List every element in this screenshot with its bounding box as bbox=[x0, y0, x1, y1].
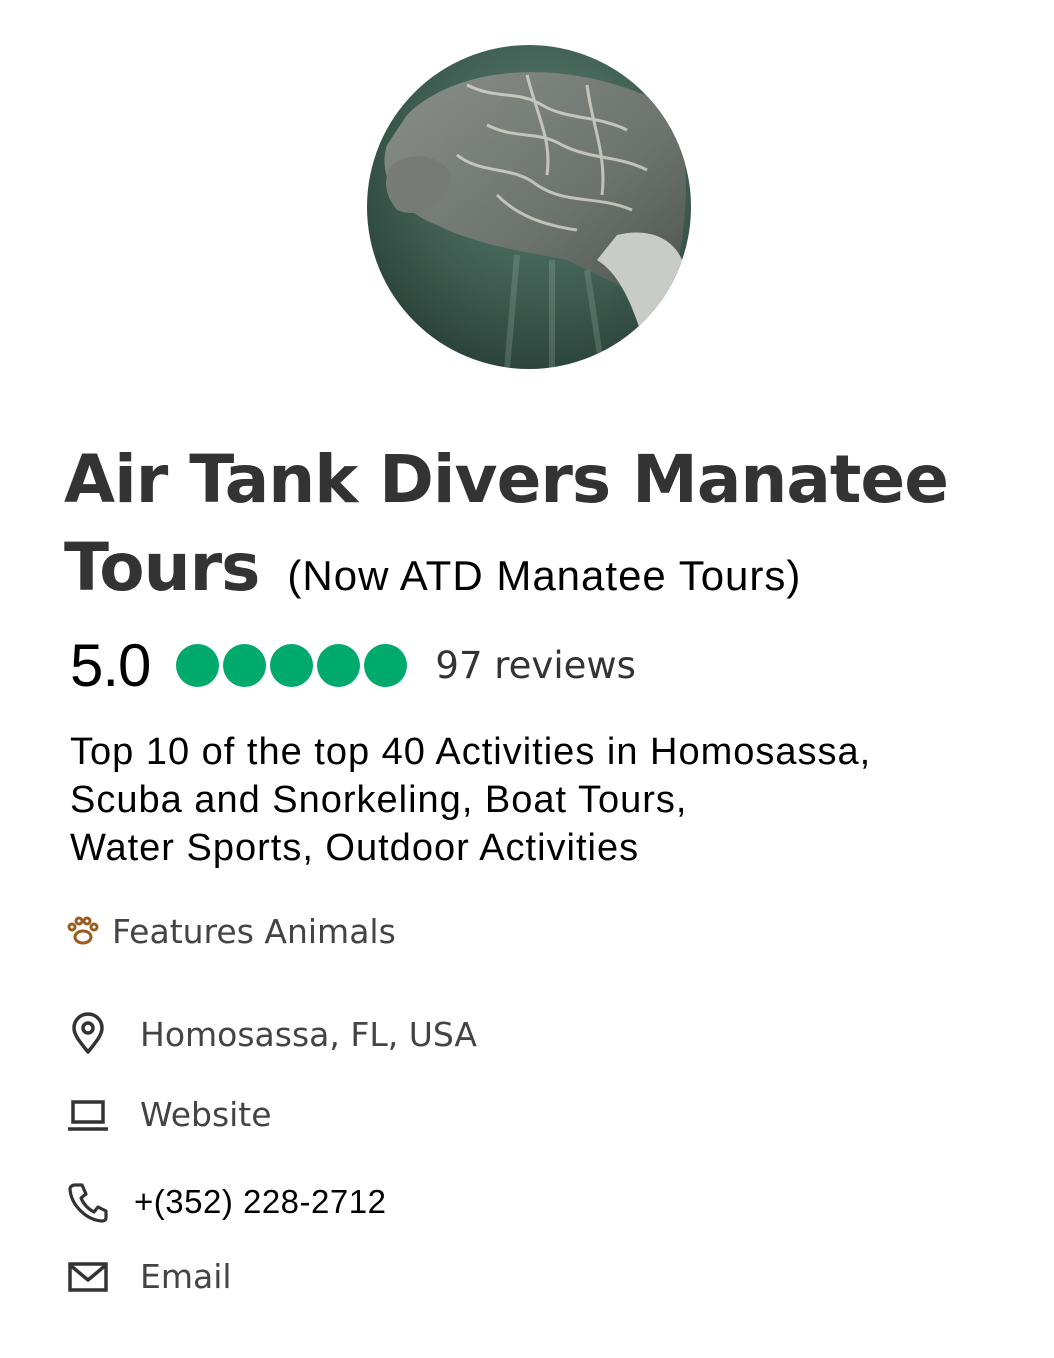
email-row[interactable]: Email bbox=[64, 1252, 232, 1300]
rating-value: 5.0 bbox=[70, 631, 151, 699]
category-list: Top 10 of the top 40 Activities in Homos… bbox=[70, 728, 990, 872]
category-line[interactable]: Scuba and Snorkeling, Boat Tours, bbox=[70, 776, 990, 824]
location-text: Homosassa, FL, USA bbox=[140, 1014, 477, 1054]
rating-bubbles bbox=[176, 643, 408, 687]
rating-bubble bbox=[270, 643, 314, 687]
feature-label: Features Animals bbox=[112, 911, 396, 951]
category-line[interactable]: Top 10 of the top 40 Activities in Homos… bbox=[70, 728, 990, 776]
rating-bubble bbox=[317, 643, 361, 687]
email-link[interactable]: Email bbox=[140, 1257, 232, 1296]
phone-row[interactable]: +(352) 228-2712 bbox=[64, 1178, 386, 1226]
rating-row: 5.0 97 reviews bbox=[70, 630, 636, 700]
manatee-photo bbox=[367, 45, 691, 369]
envelope-icon bbox=[64, 1252, 112, 1300]
map-pin-icon bbox=[64, 1010, 112, 1058]
website-row[interactable]: Website bbox=[64, 1090, 272, 1138]
rating-bubble bbox=[364, 643, 408, 687]
rating-bubble bbox=[223, 643, 267, 687]
listing-avatar[interactable] bbox=[367, 45, 691, 369]
feature-tag: Features Animals bbox=[66, 906, 396, 956]
title-suffix: (Now ATD Manatee Tours) bbox=[287, 552, 802, 599]
location-row: Homosassa, FL, USA bbox=[64, 1010, 477, 1058]
listing-title: Air Tank Divers Manatee Tours (Now ATD Ma… bbox=[64, 436, 1004, 620]
website-link[interactable]: Website bbox=[140, 1095, 272, 1134]
paw-icon bbox=[67, 916, 99, 945]
category-line[interactable]: Water Sports, Outdoor Activities bbox=[70, 824, 990, 872]
laptop-icon bbox=[64, 1090, 112, 1138]
review-count-link[interactable]: 97 reviews bbox=[435, 644, 635, 687]
phone-link[interactable]: +(352) 228-2712 bbox=[134, 1183, 386, 1221]
phone-icon bbox=[64, 1178, 112, 1226]
rating-bubble bbox=[176, 643, 220, 687]
